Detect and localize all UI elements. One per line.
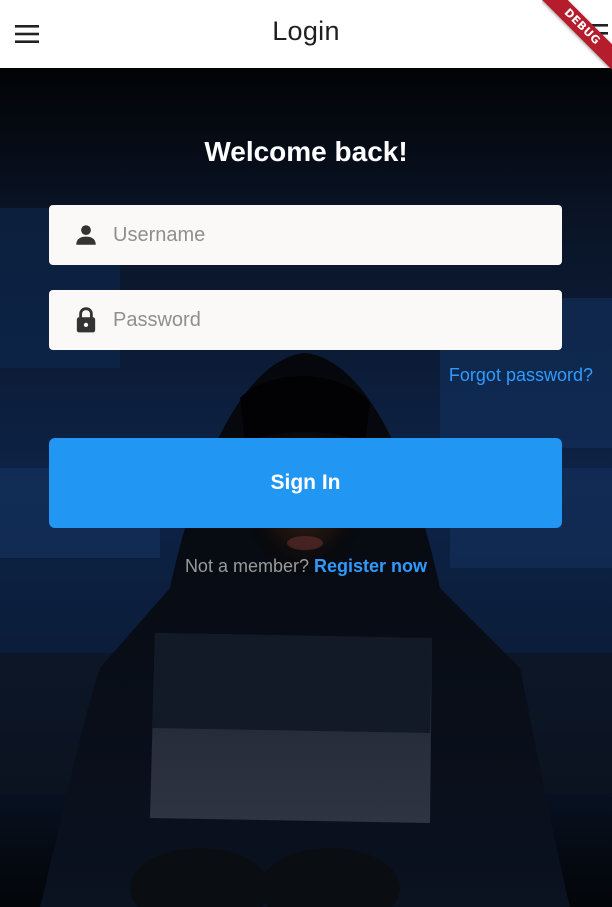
password-field[interactable] (49, 290, 562, 350)
not-member-text: Not a member? (184, 556, 309, 576)
filter-button[interactable] (576, 20, 608, 48)
forgot-password-link[interactable]: Forgot password? (449, 365, 593, 386)
password-input[interactable] (111, 300, 541, 340)
register-link[interactable]: Register now (314, 556, 427, 576)
register-prompt: Not a member? Register now (0, 556, 612, 577)
sign-in-button[interactable]: Sign In (49, 438, 562, 528)
app-bar: Login (0, 0, 612, 68)
login-screen: Login DEBUG Welcome back! Username Forgo… (0, 0, 612, 907)
username-field[interactable] (49, 205, 562, 265)
filter-list-icon (588, 24, 608, 43)
person-icon (49, 205, 99, 265)
lock-icon (49, 290, 99, 350)
welcome-heading: Welcome back! (204, 136, 408, 167)
username-input[interactable] (111, 215, 541, 255)
login-form: Welcome back! Forgot password? Sign (0, 68, 612, 907)
page-title: Login (272, 16, 340, 46)
